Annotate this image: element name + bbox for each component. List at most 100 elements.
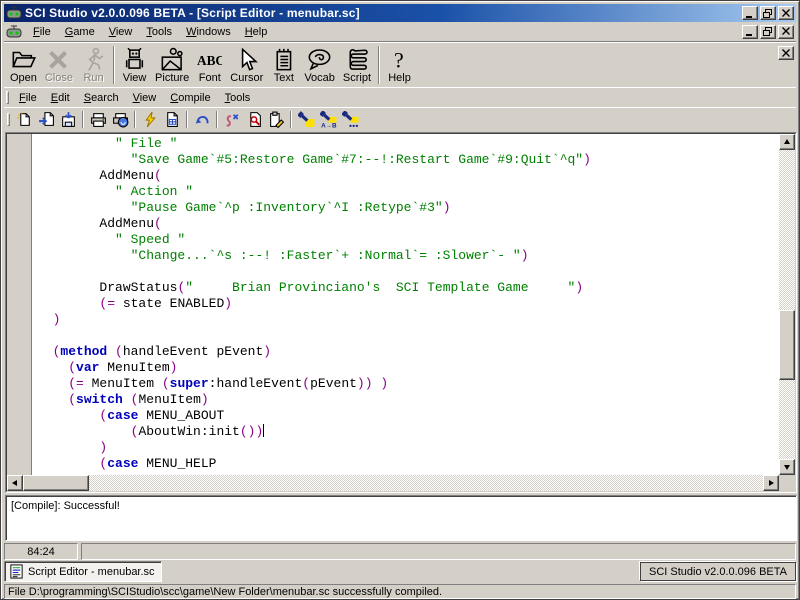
menu-item-windows[interactable]: Windows [179, 24, 238, 40]
find-more-button[interactable] [339, 109, 361, 130]
save-file-button[interactable] [57, 109, 79, 130]
menu-item-game[interactable]: Game [58, 24, 102, 40]
build-button[interactable] [161, 109, 183, 130]
open-toolbar-button[interactable]: Open [6, 45, 41, 86]
font-toolbar-button[interactable]: ABCFont [193, 45, 226, 86]
undo-button[interactable] [191, 109, 213, 130]
search-symbol-button[interactable] [221, 109, 243, 130]
child-close-button[interactable] [778, 25, 794, 39]
close-button[interactable] [778, 6, 794, 20]
code-line: (AboutWin:init()) [37, 424, 779, 440]
code-line: (case MENU_HELP [37, 456, 779, 472]
cursor-icon [234, 47, 259, 72]
scroll-up-button[interactable] [779, 134, 795, 150]
print-button[interactable] [87, 109, 109, 130]
toolbar-button-label: Help [388, 72, 411, 84]
picture-toolbar-button[interactable]: Picture [151, 45, 193, 86]
toolbar-gripper[interactable] [7, 113, 10, 126]
menu-item-view[interactable]: View [102, 24, 140, 40]
code-line [37, 328, 779, 344]
print-preview-icon [112, 111, 129, 128]
title-bar[interactable]: SCI Studio v2.0.0.096 BETA - [Script Edi… [4, 4, 796, 22]
app-menu-bar: FileGameViewToolsWindowsHelp [4, 22, 796, 41]
code-area[interactable]: " File " "Save Game`#5:Restore Game`#7:-… [33, 134, 779, 475]
minimize-button[interactable] [742, 6, 758, 20]
child-restore-button[interactable] [760, 25, 776, 39]
menu-item-file[interactable]: File [26, 24, 58, 40]
text-icon [271, 47, 296, 72]
view-icon [122, 47, 147, 72]
menu-item-file[interactable]: File [12, 90, 44, 106]
replace-button[interactable] [265, 109, 287, 130]
menu-item-tools[interactable]: Tools [218, 90, 258, 106]
text-toolbar-button[interactable]: Text [267, 45, 300, 86]
scroll-right-button[interactable] [763, 475, 779, 491]
toolbar-separator [378, 46, 380, 84]
code-line: AddMenu( [37, 168, 779, 184]
script-toolbar-button[interactable]: Script [339, 45, 375, 86]
code-line: (switch (MenuItem) [37, 392, 779, 408]
svg-text:?: ? [394, 48, 404, 72]
menu-item-compile[interactable]: Compile [163, 90, 217, 106]
editor-toolbar: A→B [4, 107, 796, 131]
close-toolbar-button: Close [41, 45, 77, 86]
text-caret [263, 424, 264, 437]
code-line: (= MenuItem (super:handleEvent(pEvent)) … [37, 376, 779, 392]
code-line: "Change...`^s :--! :Faster`+ :Normal`= :… [37, 248, 779, 264]
app-window: SCI Studio v2.0.0.096 BETA - [Script Edi… [0, 0, 800, 600]
menu-item-search[interactable]: Search [77, 90, 126, 106]
find-next-icon: A→B [320, 111, 337, 128]
menu-item-tools[interactable]: Tools [139, 24, 179, 40]
code-line: ) [37, 312, 779, 328]
toolbar-separator [82, 111, 84, 128]
menu-item-help[interactable]: Help [238, 24, 275, 40]
child-minimize-button[interactable] [742, 25, 758, 39]
menu-item-view[interactable]: View [126, 90, 164, 106]
print-preview-button[interactable] [109, 109, 131, 130]
view-toolbar-button[interactable]: View [118, 45, 151, 86]
script-file-icon [9, 564, 24, 579]
search-symbol-icon [224, 111, 241, 128]
compile-button[interactable] [139, 109, 161, 130]
menu-item-edit[interactable]: Edit [44, 90, 77, 106]
scroll-down-button[interactable] [779, 459, 795, 475]
find-highlight-icon [298, 111, 315, 128]
search-file-button[interactable] [243, 109, 265, 130]
window-title: SCI Studio v2.0.0.096 BETA - [Script Edi… [25, 6, 742, 20]
compile-output-panel[interactable]: [Compile]: Successful! [5, 495, 797, 541]
undo-icon [194, 111, 211, 128]
open-file-button[interactable] [35, 109, 57, 130]
task-button-script-editor[interactable]: Script Editor - menubar.sc [4, 561, 162, 582]
toolbar-button-label: Picture [155, 72, 189, 84]
toolbar-separator [186, 111, 188, 128]
cursor-toolbar-button[interactable]: Cursor [226, 45, 267, 86]
task-button-label: Script Editor - menubar.sc [28, 566, 155, 578]
vertical-scrollbar[interactable] [779, 134, 795, 475]
vocab-toolbar-button[interactable]: Vocab [300, 45, 339, 86]
horizontal-scrollbar[interactable] [7, 475, 779, 491]
search-file-icon [246, 111, 263, 128]
toolbar-separator [134, 111, 136, 128]
code-line: " Action " [37, 184, 779, 200]
replace-icon [268, 111, 285, 128]
editor-frame: " File " "Save Game`#5:Restore Game`#7:-… [6, 133, 796, 492]
print-icon [90, 111, 107, 128]
hscroll-thumb[interactable] [23, 475, 89, 491]
find-next-button[interactable]: A→B [317, 109, 339, 130]
vocab-icon [307, 47, 332, 72]
toolbar-separator [216, 111, 218, 128]
scroll-left-button[interactable] [7, 475, 23, 491]
find-highlight-button[interactable] [295, 109, 317, 130]
close-x-icon [46, 47, 71, 72]
toolbar-button-label: Open [10, 72, 37, 84]
help-toolbar-button[interactable]: ?Help [383, 45, 416, 86]
vscroll-thumb[interactable] [779, 310, 795, 380]
new-file-button[interactable] [13, 109, 35, 130]
menubar-gripper[interactable] [6, 91, 9, 104]
toolbar-close-button[interactable] [778, 46, 794, 60]
child-window-icon[interactable] [6, 24, 22, 40]
editor-toolbar-buttons: A→B [13, 109, 361, 130]
restore-button[interactable] [760, 6, 776, 20]
svg-text:A→B: A→B [321, 122, 337, 128]
toolbar-button-label: Close [45, 72, 73, 84]
